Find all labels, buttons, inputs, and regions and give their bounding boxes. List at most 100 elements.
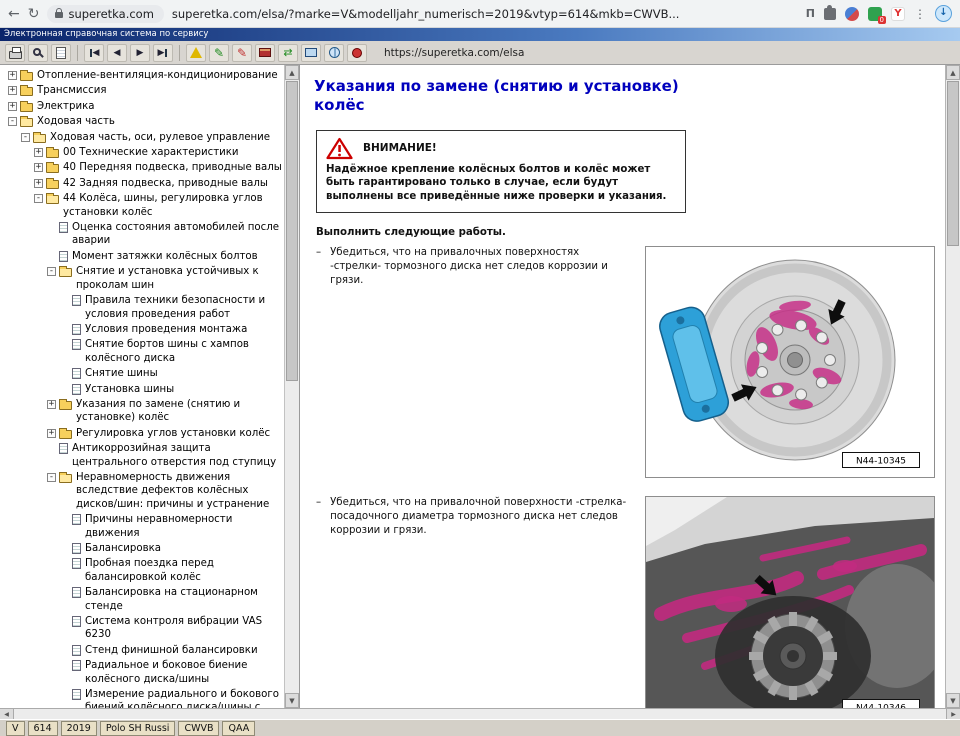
search-icon bbox=[33, 47, 41, 56]
tree-item[interactable]: Установка шины bbox=[4, 382, 282, 397]
tree-item[interactable]: Балансировка на стационарном стенде bbox=[4, 585, 282, 614]
site-security-chip[interactable]: superetka.com bbox=[47, 4, 164, 23]
vehicle-chip[interactable]: QAA bbox=[222, 720, 256, 736]
tree-item[interactable]: Оценка состояния автомобилей после авари… bbox=[4, 220, 282, 249]
tree-item[interactable]: Стенд финишной балансировки bbox=[4, 643, 282, 658]
tree-item[interactable]: + 00 Технические характеристики bbox=[4, 145, 282, 160]
content-scroll-down-button[interactable]: ▼ bbox=[946, 693, 960, 708]
warning-icon bbox=[326, 137, 353, 159]
globe-button[interactable] bbox=[324, 43, 344, 62]
tree-item[interactable]: - Ходовая часть bbox=[4, 114, 282, 129]
tree-item-label: 00 Технические характеристики bbox=[63, 147, 239, 159]
browser-bar: ← ↻ superetka.com superetka.com/elsa/?ma… bbox=[0, 0, 960, 28]
expander-icon[interactable]: - bbox=[8, 117, 17, 127]
tree-item[interactable]: + Электрика bbox=[4, 99, 282, 114]
content-scroll-track[interactable] bbox=[946, 247, 960, 693]
vehicle-chip[interactable]: Polo SH Russi bbox=[99, 720, 176, 736]
tree-item[interactable]: Причины неравномерности движения bbox=[4, 512, 282, 541]
content-scroll-up-button[interactable]: ▲ bbox=[946, 65, 960, 80]
tree-item[interactable]: Радиальное и боковое биение колёсного ди… bbox=[4, 658, 282, 687]
expander-icon[interactable]: + bbox=[8, 71, 17, 80]
toolbar-separator bbox=[77, 44, 78, 61]
expander-icon[interactable]: + bbox=[8, 101, 17, 111]
vehicle-chip[interactable]: 2019 bbox=[60, 720, 97, 736]
hscroll-right-button[interactable]: ▶ bbox=[946, 709, 960, 719]
adblock-extension-icon[interactable]: 0 bbox=[868, 6, 886, 24]
tree-icon bbox=[20, 85, 33, 97]
tree-item[interactable]: Балансировка bbox=[4, 541, 282, 556]
profile-extension-icon[interactable] bbox=[845, 6, 859, 21]
print-button[interactable] bbox=[5, 43, 25, 62]
expander-icon[interactable]: + bbox=[47, 428, 56, 438]
sync-button[interactable]: ⇄ bbox=[278, 43, 298, 62]
download-icon[interactable]: ↓ bbox=[935, 5, 952, 22]
tree-item[interactable]: Условия проведения монтажа bbox=[4, 322, 282, 337]
tree-item[interactable]: + Регулировка углов установки колёс bbox=[4, 426, 282, 441]
expander-icon[interactable]: + bbox=[34, 178, 43, 188]
tree-icon bbox=[72, 616, 81, 628]
monitor-button[interactable] bbox=[301, 43, 321, 62]
manual-book-button[interactable] bbox=[255, 43, 275, 62]
tree-item[interactable]: Измерение радиального и бокового биений … bbox=[4, 687, 282, 708]
tree-item[interactable]: - Ходовая часть, оси, рулевое управление bbox=[4, 130, 282, 145]
yandex-extension-icon[interactable]: Y bbox=[891, 6, 905, 21]
tree-scroll-thumb[interactable] bbox=[286, 81, 298, 381]
tree-item[interactable]: Правила техники безопасности и условия п… bbox=[4, 293, 282, 322]
tree-item[interactable]: Снятие шины bbox=[4, 366, 282, 381]
expander-icon[interactable]: + bbox=[34, 148, 43, 158]
tree-scroll-down-button[interactable]: ▼ bbox=[285, 693, 299, 708]
tree-item[interactable]: + 42 Задняя подвеска, приводные валы bbox=[4, 176, 282, 191]
tree-item[interactable]: - 44 Колёса, шины, регулировка углов уст… bbox=[4, 191, 282, 220]
tree-icon bbox=[33, 131, 46, 143]
extensions-puzzle-icon[interactable] bbox=[824, 4, 836, 20]
tree-item[interactable]: + 40 Передняя подвеска, приводные валы bbox=[4, 160, 282, 175]
edit-red-button[interactable]: ✎ bbox=[232, 43, 252, 62]
figure-1: N44-10345 bbox=[645, 245, 935, 482]
tree-item[interactable]: + Указания по замене (снятию и установке… bbox=[4, 397, 282, 426]
tree-item[interactable]: Система контроля вибрации VAS 6230 bbox=[4, 614, 282, 643]
tree-item[interactable]: Пробная поездка перед балансировкой колё… bbox=[4, 556, 282, 585]
tree-item[interactable]: - Неравномерность движения вследствие де… bbox=[4, 470, 282, 512]
tree-item[interactable]: + Отопление-вентиляция-кондиционирование bbox=[4, 68, 282, 83]
tree-scroll-track[interactable] bbox=[285, 382, 299, 693]
tree-item[interactable]: Антикоррозийная защита центрального отве… bbox=[4, 441, 282, 470]
red-book-icon bbox=[259, 48, 271, 57]
browser-menu-icon[interactable]: ⋮ bbox=[914, 7, 926, 21]
reload-icon[interactable]: ↻ bbox=[28, 7, 40, 21]
nav-next-button[interactable]: ▶ bbox=[130, 43, 150, 62]
nav-first-button[interactable]: ◀ bbox=[84, 43, 104, 62]
warning-tool-button[interactable] bbox=[186, 43, 206, 62]
edit-green-button[interactable]: ✎ bbox=[209, 43, 229, 62]
expander-icon[interactable]: - bbox=[47, 472, 56, 482]
tree-icon bbox=[59, 427, 72, 439]
expander-icon[interactable]: + bbox=[8, 86, 17, 96]
hscroll-left-button[interactable]: ◀ bbox=[0, 709, 14, 719]
search-button[interactable] bbox=[28, 43, 48, 62]
tree-icon bbox=[72, 660, 81, 672]
stop-button[interactable] bbox=[347, 43, 367, 62]
expander-icon[interactable]: - bbox=[34, 194, 43, 204]
nav-last-bar bbox=[165, 48, 168, 57]
vehicle-chip[interactable]: V bbox=[6, 720, 25, 736]
vehicle-chip[interactable]: CWVB bbox=[178, 720, 220, 736]
vehicle-chip[interactable]: 614 bbox=[27, 720, 58, 736]
tree-item[interactable]: - Снятие и установка устойчивых к прокол… bbox=[4, 264, 282, 293]
tree-item[interactable]: + Трансмиссия bbox=[4, 83, 282, 98]
url-text[interactable]: superetka.com/elsa/?marke=V&modelljahr_n… bbox=[172, 7, 798, 21]
extension-pe-icon[interactable]: П bbox=[806, 7, 815, 20]
nav-last-button[interactable]: ▶ bbox=[153, 43, 173, 62]
tree-scroll-up-button[interactable]: ▲ bbox=[285, 65, 299, 80]
expander-icon[interactable]: + bbox=[34, 163, 43, 173]
tree-item[interactable]: Снятие бортов шины с хампов колёсного ди… bbox=[4, 337, 282, 366]
expander-icon[interactable]: - bbox=[47, 267, 56, 277]
tree-icon bbox=[20, 100, 33, 112]
tree-item[interactable]: Момент затяжки колёсных болтов bbox=[4, 249, 282, 264]
expander-icon[interactable]: + bbox=[47, 399, 56, 409]
toolbar-address-label: https://superetka.com/elsa bbox=[384, 46, 525, 59]
back-icon[interactable]: ← bbox=[8, 7, 20, 21]
nav-prev-button[interactable]: ◀ bbox=[107, 43, 127, 62]
content-scroll-thumb[interactable] bbox=[947, 81, 959, 246]
document-button[interactable] bbox=[51, 43, 71, 62]
expander-icon[interactable]: - bbox=[21, 132, 30, 142]
content-panel: Указания по замене (снятию и установке) … bbox=[300, 65, 945, 708]
